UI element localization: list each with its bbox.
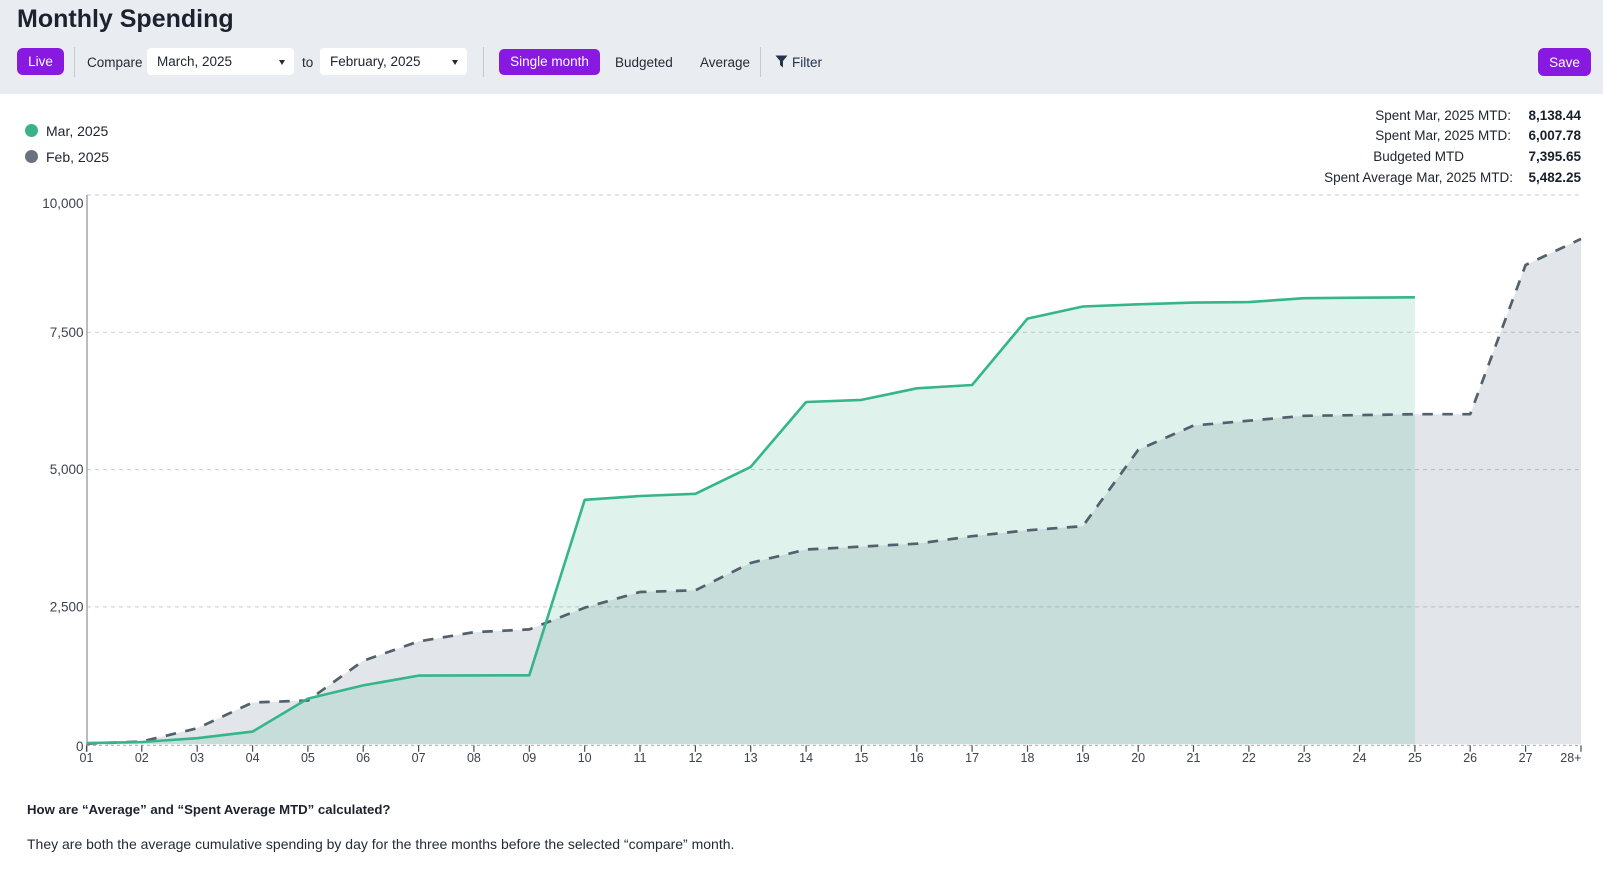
svg-text:14: 14 [799, 751, 813, 765]
svg-text:08: 08 [467, 751, 481, 765]
svg-text:27: 27 [1519, 751, 1533, 765]
svg-text:16: 16 [910, 751, 924, 765]
svg-text:05: 05 [301, 751, 315, 765]
svg-text:15: 15 [854, 751, 868, 765]
svg-text:04: 04 [246, 751, 260, 765]
svg-text:22: 22 [1242, 751, 1256, 765]
svg-text:24: 24 [1353, 751, 1367, 765]
svg-text:02: 02 [135, 751, 149, 765]
svg-text:13: 13 [744, 751, 758, 765]
svg-text:5,000: 5,000 [50, 462, 84, 477]
svg-text:01: 01 [80, 751, 94, 765]
svg-text:12: 12 [688, 751, 702, 765]
svg-text:10,000: 10,000 [42, 196, 83, 211]
svg-text:10: 10 [578, 751, 592, 765]
svg-text:18: 18 [1021, 751, 1035, 765]
svg-text:09: 09 [522, 751, 536, 765]
svg-text:20: 20 [1131, 751, 1145, 765]
svg-text:19: 19 [1076, 751, 1090, 765]
svg-text:2,500: 2,500 [50, 599, 84, 614]
svg-text:06: 06 [356, 751, 370, 765]
svg-text:11: 11 [634, 751, 647, 765]
svg-text:26: 26 [1463, 751, 1477, 765]
svg-text:28+: 28+ [1560, 751, 1581, 765]
svg-text:25: 25 [1408, 751, 1422, 765]
svg-text:07: 07 [412, 751, 426, 765]
svg-text:23: 23 [1297, 751, 1311, 765]
svg-text:03: 03 [190, 751, 204, 765]
svg-text:21: 21 [1187, 751, 1201, 765]
svg-text:17: 17 [965, 751, 979, 765]
svg-text:7,500: 7,500 [50, 325, 84, 340]
